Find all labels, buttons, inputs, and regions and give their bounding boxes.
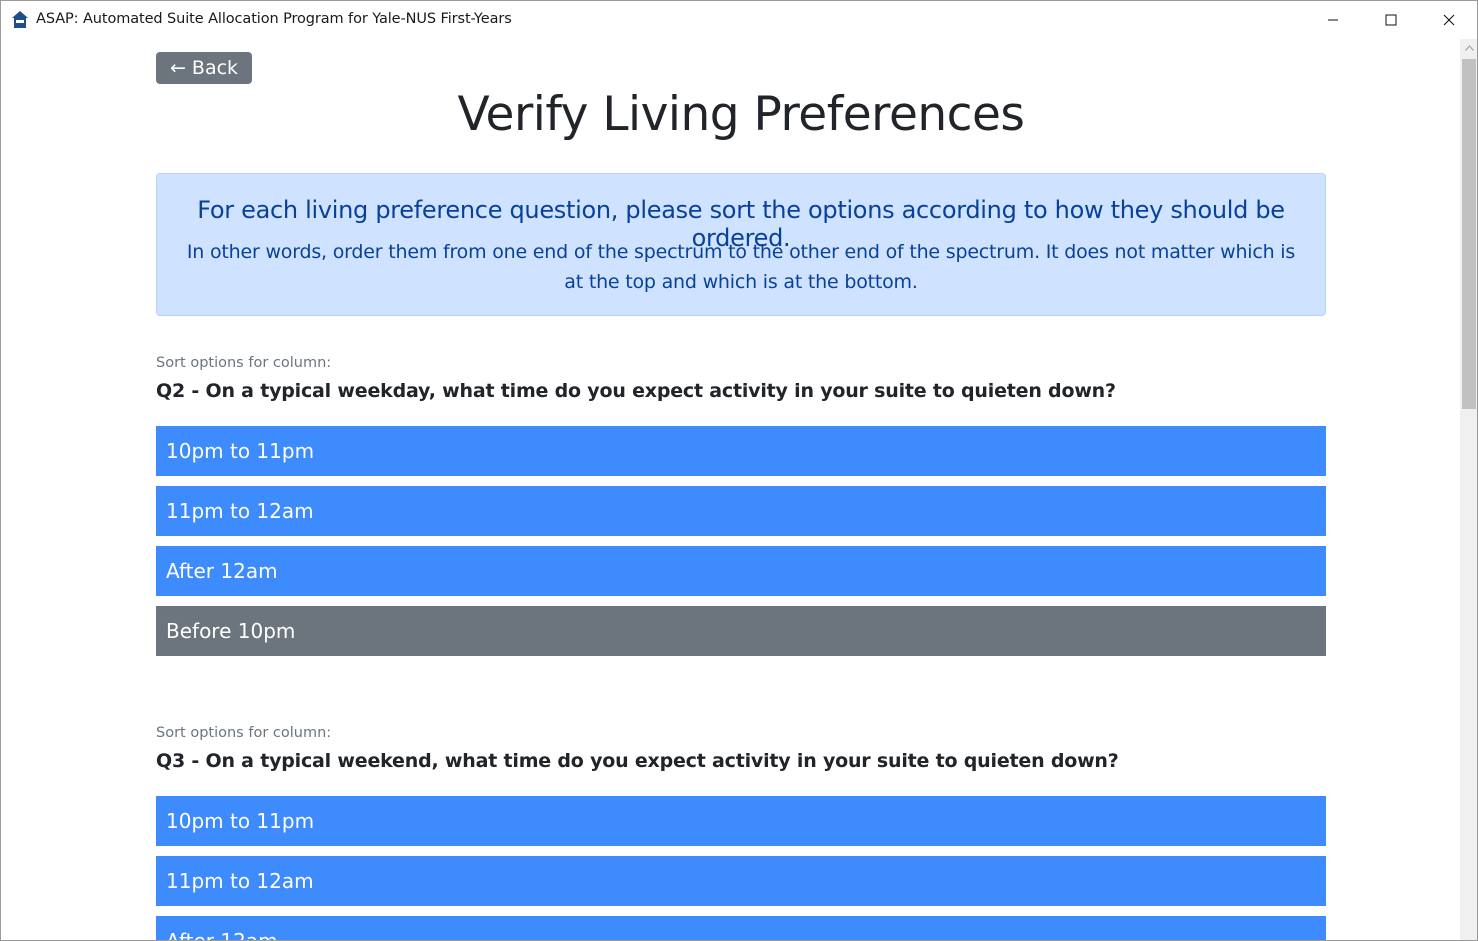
sortable-option[interactable]: After 12am	[156, 916, 1326, 940]
maximize-icon	[1385, 14, 1397, 26]
section-label: Sort options for column:	[156, 355, 332, 371]
back-button[interactable]: ← Back	[156, 52, 252, 84]
chevron-up-icon	[1464, 44, 1474, 51]
scroll-thumb[interactable]	[1462, 59, 1476, 409]
scroll-up-button[interactable]	[1460, 39, 1477, 56]
question-title: Q3 - On a typical weekend, what time do …	[156, 750, 1119, 772]
page-title: Verify Living Preferences	[457, 87, 1025, 142]
minimize-icon	[1328, 19, 1338, 21]
sortable-option[interactable]: After 12am	[156, 546, 1326, 596]
maximize-button[interactable]	[1362, 1, 1420, 39]
vertical-scrollbar[interactable]	[1460, 39, 1477, 940]
window-title: ASAP: Automated Suite Allocation Program…	[36, 11, 512, 27]
sortable-option[interactable]: 10pm to 11pm	[156, 426, 1326, 476]
sortable-option[interactable]: 11pm to 12am	[156, 486, 1326, 536]
house-icon	[11, 10, 29, 30]
sortable-option[interactable]: 10pm to 11pm	[156, 796, 1326, 846]
sortable-option[interactable]: 11pm to 12am	[156, 856, 1326, 906]
close-button[interactable]	[1420, 1, 1477, 39]
close-icon	[1443, 14, 1455, 26]
section-label: Sort options for column:	[156, 725, 332, 741]
info-alert: For each living preference question, ple…	[156, 173, 1326, 316]
question-title: Q2 - On a typical weekday, what time do …	[156, 380, 1116, 402]
title-bar: ASAP: Automated Suite Allocation Program…	[1, 1, 1477, 39]
minimize-button[interactable]	[1304, 1, 1362, 39]
info-sub-text: In other words, order them from one end …	[186, 241, 1296, 293]
app-window: ASAP: Automated Suite Allocation Program…	[0, 0, 1478, 941]
sortable-option-dragging[interactable]: Before 10pm	[156, 606, 1326, 656]
